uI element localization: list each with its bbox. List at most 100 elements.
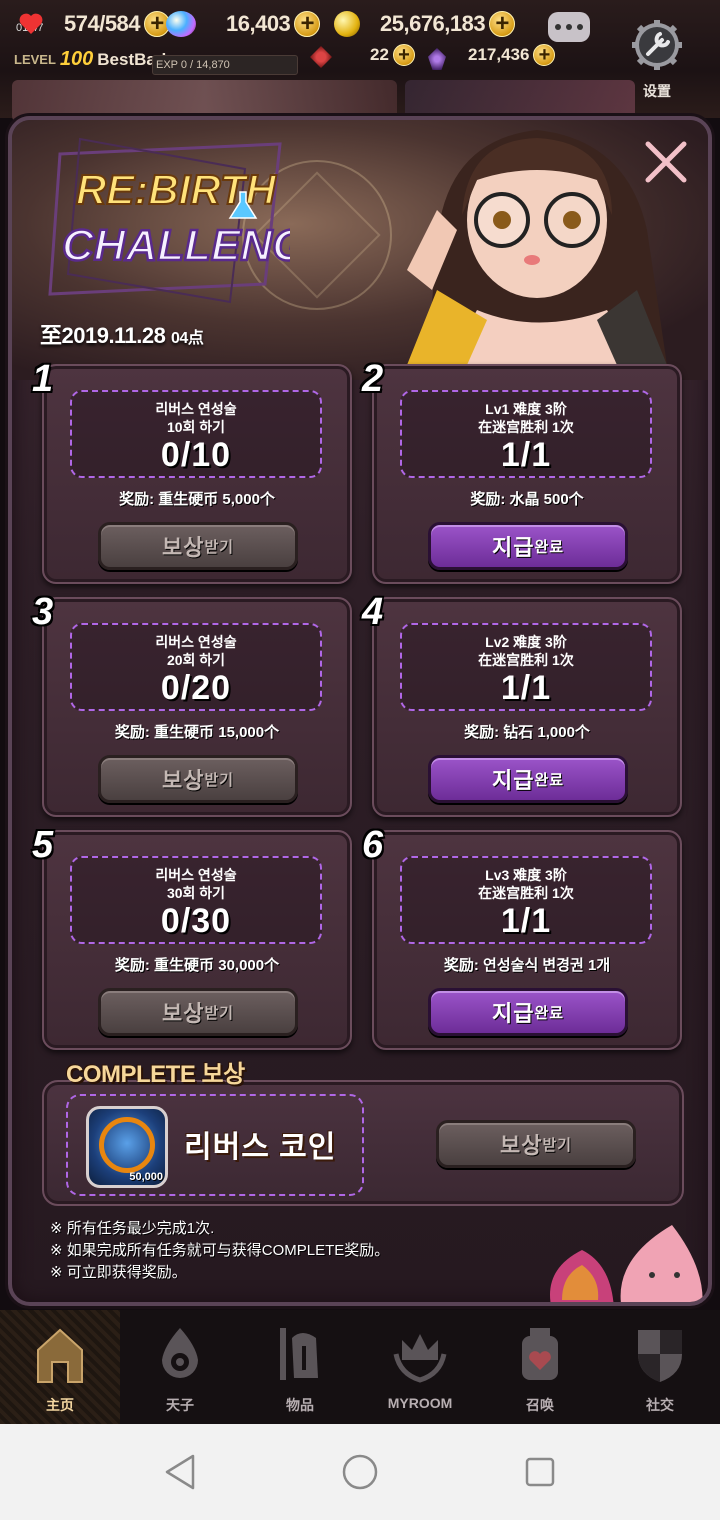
complete-reward-panel: 50,000 리버스 코인 보상 받기: [42, 1080, 684, 1206]
nav-summon[interactable]: 召唤: [480, 1310, 600, 1424]
mission-progress: 1/1: [500, 669, 552, 707]
mission-number: 6: [362, 824, 384, 866]
claim-reward-button[interactable]: 보상 받기: [98, 522, 298, 570]
heart-icon: [19, 13, 43, 34]
nav-social[interactable]: 社交: [600, 1310, 720, 1424]
gear-icon: [632, 20, 682, 70]
mission-progress: 1/1: [500, 436, 552, 474]
flame-icon: [162, 1328, 198, 1378]
player-level: LEVEL 100 BestBad: [14, 48, 166, 71]
hero-banner: RE:BIRTH CHALLENGE 至2019.11.28 04点: [12, 120, 708, 380]
complete-reward-item: 50,000 리버스 코인: [66, 1094, 364, 1196]
armor-icon: [280, 1328, 318, 1380]
slime-mascots: [550, 1225, 703, 1302]
notes: ※ 所有任务最少完成1次. ※ 如果完成所有任务就可与获得COMPLETE奖励。…: [50, 1218, 389, 1284]
settings-button[interactable]: 设置: [628, 18, 686, 99]
complete-reward-title: COMPLETE 보상: [66, 1061, 245, 1088]
add-dark-gem-button[interactable]: +: [533, 44, 556, 66]
shield-icon: [638, 1330, 682, 1382]
mission-reward: 奖励: 重生硬币 5,000个: [119, 491, 275, 508]
home-icon: [37, 1328, 83, 1383]
gold-icon: [334, 11, 360, 37]
event-deadline: 至2019.11.28 04点: [40, 323, 204, 348]
claim-reward-button[interactable]: 보상 받기: [98, 988, 298, 1036]
mission-card-2: 2 Lv1 难度 3阶 在迷宫胜利 1次 1/1 奖励: 水晶 500个 지급 완…: [362, 358, 682, 584]
settings-label: 设置: [643, 83, 671, 99]
stamina-value: 574/584: [64, 11, 141, 36]
mission-reward: 奖励: 重生硬币 30,000个: [114, 957, 280, 974]
mission-number: 5: [32, 824, 54, 866]
add-gold-button[interactable]: +: [489, 10, 516, 37]
nav-myroom[interactable]: MYROOM: [360, 1310, 480, 1424]
stamina-counter: 574/584 +: [18, 8, 171, 40]
square-recents-icon: [525, 1457, 555, 1487]
chat-icon: [555, 24, 561, 30]
reward-claimed-button[interactable]: 지급 완료: [428, 755, 628, 803]
dark-gem-icon: [428, 48, 446, 70]
mission-reward: 奖励: 水晶 500个: [470, 491, 584, 508]
rebirth-challenge-logo: RE:BIRTH CHALLENGE: [48, 137, 290, 304]
reward-claimed-button[interactable]: 지급 완료: [428, 988, 628, 1036]
mission-progress: 0/20: [160, 669, 232, 707]
mission-card-5: 5 리버스 연성술 30회 하기 0/30 奖励: 重生硬币 30,000个 보…: [32, 824, 352, 1050]
mission-task: Lv3 难度 3阶 在迷宫胜利 1次 1/1: [400, 856, 652, 944]
circle-home-icon: [342, 1454, 378, 1490]
chat-button[interactable]: [548, 12, 590, 42]
crown-icon: [393, 1334, 447, 1383]
note-line: ※ 如果完成所有任务就可与获得COMPLETE奖励。: [50, 1242, 390, 1259]
mission-reward: 奖励: 重生硬币 15,000个: [114, 724, 280, 741]
coin-name: 리버스 코인: [184, 1131, 337, 1164]
home-button[interactable]: [340, 1452, 380, 1492]
mission-number: 4: [362, 591, 384, 633]
dark-gem-value: 217,436: [468, 45, 530, 64]
mission-progress: 0/10: [160, 436, 232, 474]
note-line: ※ 可立即获得奖励。: [50, 1264, 187, 1281]
level-value: 100: [59, 48, 94, 70]
mission-card-6: 6 Lv3 难度 3阶 在迷宫胜利 1次 1/1 奖励: 연성술식 변경권 1개…: [362, 824, 682, 1050]
back-icon: [165, 1454, 195, 1490]
note-line: ※ 所有任务最少完成1次.: [50, 1220, 215, 1237]
mission-number: 2: [362, 358, 384, 400]
reward-claimed-button[interactable]: 지급 완료: [428, 522, 628, 570]
recents-button[interactable]: [520, 1452, 560, 1492]
gold-counter: 25,676,183 +: [334, 8, 516, 40]
nav-items[interactable]: 物品: [240, 1310, 360, 1424]
gem-value: 16,403: [226, 11, 291, 36]
mission-card-4: 4 Lv2 难度 3阶 在迷宫胜利 1次 1/1 奖励: 钻石 1,000个 지…: [362, 591, 682, 817]
mission-task: 리버스 연성술 10회 하기 0/10: [70, 390, 322, 478]
game-bottom-nav: 主页 天子 物品 MYROOM 召唤 社交: [0, 1310, 720, 1424]
ruby-value: 22: [370, 45, 389, 64]
rebirth-coin-icon: 50,000: [86, 1106, 168, 1188]
summon-icon: [522, 1328, 558, 1380]
mission-progress: 0/30: [160, 902, 232, 940]
gold-value: 25,676,183: [380, 11, 486, 36]
mission-reward: 奖励: 연성술식 변경권 1개: [443, 957, 611, 974]
mission-reward: 奖励: 钻石 1,000个: [464, 724, 590, 741]
mission-card-1: 1 리버스 연성술 10회 하기 0/10 奖励: 重生硬币 5,000个 보상…: [32, 358, 352, 584]
mission-number: 1: [32, 358, 54, 400]
claim-reward-button[interactable]: 보상 받기: [98, 755, 298, 803]
coin-amount: 50,000: [129, 1171, 163, 1183]
exp-bar: EXP 0 / 14,870: [152, 55, 298, 75]
mission-progress: 1/1: [500, 902, 552, 940]
level-label: LEVEL: [14, 52, 56, 67]
back-button[interactable]: [160, 1452, 200, 1492]
rebirth-challenge-dialog: RE:BIRTH CHALLENGE 至2019.11.28 04点: [8, 116, 712, 1306]
ruby-icon: [310, 46, 332, 68]
nav-home[interactable]: 主页: [0, 1310, 120, 1424]
mission-task: Lv1 难度 3阶 在迷宫胜利 1次 1/1: [400, 390, 652, 478]
close-icon[interactable]: [642, 138, 690, 186]
dark-gem-counter: 217,436 +: [468, 44, 556, 66]
nav-tianzi[interactable]: 天子: [120, 1310, 240, 1424]
add-ruby-button[interactable]: +: [392, 44, 415, 66]
ruby-counter: 22 +: [370, 44, 415, 66]
claim-complete-reward-button[interactable]: 보상 받기: [436, 1120, 636, 1168]
add-gems-button[interactable]: +: [294, 10, 321, 37]
mission-number: 3: [32, 591, 54, 633]
gem-icon: [166, 11, 196, 37]
mission-task: 리버스 연성술 20회 하기 0/20: [70, 623, 322, 711]
logo-line2: CHALLENGE: [62, 221, 290, 270]
mission-card-3: 3 리버스 연성술 20회 하기 0/20 奖励: 重生硬币 15,000个 보…: [32, 591, 352, 817]
gem-counter: 16,403 +: [166, 8, 321, 40]
mission-task: 리버스 연성술 30회 하기 0/30: [70, 856, 322, 944]
